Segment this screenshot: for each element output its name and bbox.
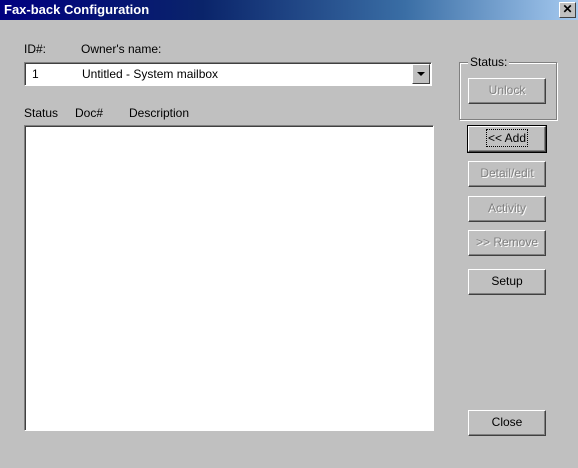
- mailbox-id-value: 1: [32, 67, 39, 81]
- title-bar: Fax-back Configuration ✕: [0, 0, 578, 20]
- unlock-button[interactable]: Unlock: [468, 78, 546, 104]
- activity-button[interactable]: Activity: [468, 196, 546, 222]
- id-label: ID#:: [24, 42, 47, 56]
- status-group-label: Status:: [468, 55, 510, 69]
- detail-edit-button-label: Detail/edit: [480, 166, 534, 180]
- column-header-status[interactable]: Status: [24, 106, 58, 120]
- owner-name-label: Owner's name:: [81, 42, 162, 56]
- detail-edit-button[interactable]: Detail/edit: [468, 161, 546, 187]
- fax-back-configuration-window: Fax-back Configuration ✕ ID#: Owner's na…: [0, 0, 578, 468]
- column-header-description[interactable]: Description: [129, 106, 189, 120]
- activity-button-label: Activity: [487, 201, 526, 215]
- setup-button[interactable]: Setup: [468, 269, 546, 295]
- add-button-label: << Add: [485, 129, 529, 147]
- mailbox-dropdown-button[interactable]: [412, 64, 430, 84]
- column-header-doc[interactable]: Doc#: [75, 106, 103, 120]
- mailbox-owner-value: Untitled - System mailbox: [82, 67, 219, 81]
- close-button[interactable]: Close: [468, 410, 546, 436]
- document-list[interactable]: [24, 125, 434, 431]
- remove-button[interactable]: >> Remove: [468, 230, 546, 256]
- close-icon: ✕: [562, 2, 573, 16]
- remove-button-label: >> Remove: [475, 235, 539, 249]
- chevron-down-icon: [417, 72, 425, 76]
- close-window-button[interactable]: ✕: [559, 2, 576, 18]
- setup-button-label: Setup: [491, 274, 523, 288]
- unlock-button-label: Unlock: [488, 83, 526, 97]
- add-button[interactable]: << Add: [467, 125, 547, 153]
- mailbox-select[interactable]: 1 Untitled - System mailbox: [24, 62, 432, 86]
- close-button-label: Close: [491, 415, 523, 429]
- window-title: Fax-back Configuration: [4, 2, 150, 17]
